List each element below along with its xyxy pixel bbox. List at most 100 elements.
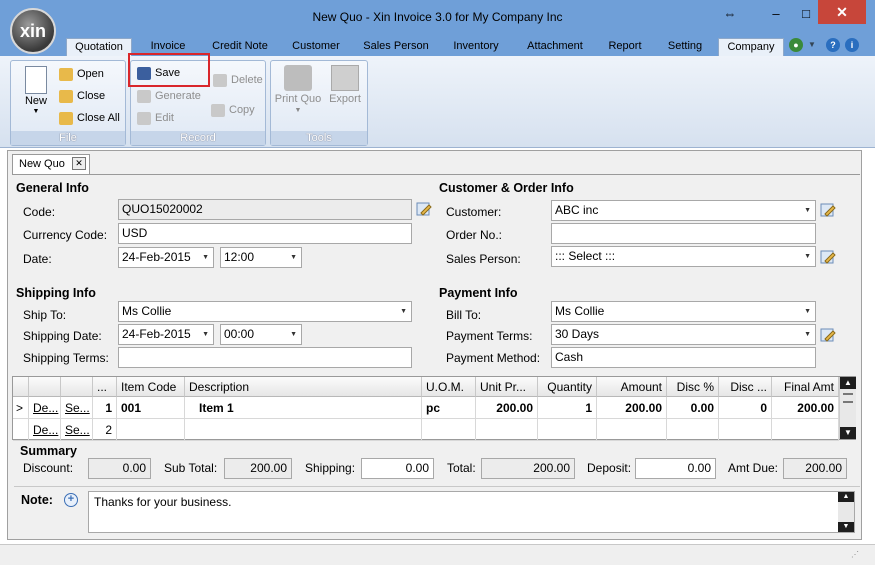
shipping-date-picker[interactable]: 24-Feb-2015 ▼ [118, 324, 214, 345]
doc-tab-close-icon[interactable]: ✕ [72, 157, 86, 170]
shipping-time-picker[interactable]: 00:00 ▼ [220, 324, 302, 345]
grid-header-amount[interactable]: Amount [597, 377, 667, 397]
edit-pencil-icon[interactable] [820, 327, 836, 343]
chevron-down-icon[interactable]: ▼ [202, 248, 209, 267]
minimize-button[interactable]: – [762, 4, 790, 24]
tab-setting[interactable]: Setting [660, 38, 710, 56]
scroll-grip-icon[interactable] [843, 393, 853, 403]
edit-pencil-icon[interactable] [416, 201, 432, 217]
shipping-terms-input[interactable] [118, 347, 412, 368]
grid-header-final-amt[interactable]: Final Amt [772, 377, 839, 397]
note-textarea[interactable]: Thanks for your business. [88, 491, 855, 533]
edit-pencil-icon[interactable] [820, 249, 836, 265]
date-picker[interactable]: 24-Feb-2015 ▼ [118, 247, 214, 268]
delete-row-link[interactable]: De... [29, 419, 61, 441]
generate-button[interactable]: Generate [137, 87, 201, 105]
tab-customer[interactable]: Customer [286, 38, 346, 56]
grid-header-item-code[interactable]: Item Code [117, 377, 185, 397]
cell-disc-pct[interactable] [667, 419, 719, 441]
note-scrollbar[interactable]: ▲ ▼ [838, 492, 854, 532]
globe-icon[interactable]: ● [789, 38, 803, 52]
delete-row-link[interactable]: De... [29, 397, 61, 419]
chevron-down-icon[interactable]: ▼ [400, 302, 407, 321]
ship-to-select[interactable]: Ms Collie ▼ [118, 301, 412, 322]
customer-select[interactable]: ABC inc ▼ [551, 200, 816, 221]
cell-disc[interactable]: 0 [719, 397, 772, 419]
payment-method-input[interactable]: Cash [551, 347, 816, 368]
scroll-up-icon[interactable]: ▲ [840, 377, 856, 389]
bill-to-select[interactable]: Ms Collie ▼ [551, 301, 816, 322]
select-item-link[interactable]: Se... [61, 419, 93, 441]
cell-description[interactable]: Item 1 [185, 397, 422, 419]
chevron-down-icon[interactable]: ▼ [202, 325, 209, 344]
grid-header-uom[interactable]: U.O.M. [422, 377, 476, 397]
cell-item-code[interactable]: 001 [117, 397, 185, 419]
chevron-down-icon[interactable]: ▼ [804, 325, 811, 344]
tab-quotation[interactable]: Quotation [66, 38, 132, 56]
tab-inventory[interactable]: Inventory [446, 38, 506, 56]
order-no-input[interactable] [551, 223, 816, 244]
info-icon[interactable]: i [845, 38, 859, 52]
app-logo[interactable]: xin [10, 8, 56, 54]
cell-disc[interactable] [719, 419, 772, 441]
cell-unit-price[interactable]: 200.00 [476, 397, 538, 419]
chevron-down-icon[interactable]: ▼ [804, 247, 811, 266]
restore-icon[interactable]: ⇔ [716, 4, 744, 24]
export-button[interactable]: Export [325, 63, 365, 107]
row-selector-icon[interactable]: > [13, 397, 29, 419]
scroll-down-icon[interactable]: ▼ [838, 522, 854, 532]
cell-item-code[interactable] [117, 419, 185, 441]
zoom-in-icon[interactable]: + [64, 493, 78, 507]
edit-pencil-icon[interactable] [820, 202, 836, 218]
new-button[interactable]: New ▼ [16, 63, 56, 131]
delete-button[interactable]: Delete [213, 71, 263, 89]
cell-description[interactable] [185, 419, 422, 441]
print-button[interactable]: Print Quo ▼ [273, 63, 323, 114]
close-button[interactable]: ✕ [818, 0, 866, 24]
maximize-button[interactable]: □ [792, 4, 820, 24]
deposit-input[interactable]: 0.00 [635, 458, 716, 479]
tab-company[interactable]: Company [718, 38, 784, 56]
cell-uom[interactable] [422, 419, 476, 441]
select-item-link[interactable]: Se... [61, 397, 93, 419]
scroll-up-icon[interactable]: ▲ [838, 492, 854, 502]
tab-sales-person[interactable]: Sales Person [360, 38, 432, 56]
cell-uom[interactable]: pc [422, 397, 476, 419]
copy-button[interactable]: Copy [211, 101, 255, 119]
scroll-down-icon[interactable]: ▼ [840, 427, 856, 439]
row-selector-icon[interactable] [13, 419, 29, 441]
cell-quantity[interactable] [538, 419, 597, 441]
grid-header-unit-price[interactable]: Unit Pr... [476, 377, 538, 397]
time-picker[interactable]: 12:00 ▼ [220, 247, 302, 268]
open-label: Open [77, 68, 104, 80]
code-field[interactable]: QUO15020002 [118, 199, 412, 220]
grid-header-quantity[interactable]: Quantity [538, 377, 597, 397]
cell-quantity[interactable]: 1 [538, 397, 597, 419]
grid-header-dots[interactable]: ... [93, 377, 117, 397]
tab-attachment[interactable]: Attachment [520, 38, 590, 56]
open-button[interactable]: Open [59, 65, 104, 83]
group-label-file: File [11, 131, 125, 145]
help-icon[interactable]: ? [826, 38, 840, 52]
shipping-amount-input[interactable]: 0.00 [361, 458, 434, 479]
chevron-down-icon[interactable]: ▼ [804, 201, 811, 220]
edit-button[interactable]: Edit [137, 109, 174, 127]
grid-header-description[interactable]: Description [185, 377, 422, 397]
grid-header-disc[interactable]: Disc ... [719, 377, 772, 397]
resize-grip-icon[interactable]: ⋰ [851, 550, 861, 560]
tab-credit-note[interactable]: Credit Note [206, 38, 274, 56]
currency-code-input[interactable]: USD [118, 223, 412, 244]
grid-scrollbar[interactable]: ▲ ▼ [839, 377, 856, 439]
sales-person-select[interactable]: ::: Select ::: ▼ [551, 246, 816, 267]
chevron-down-icon[interactable]: ▼ [290, 325, 297, 344]
chevron-down-icon[interactable]: ▼ [290, 248, 297, 267]
cell-unit-price[interactable] [476, 419, 538, 441]
grid-header-disc-pct[interactable]: Disc % [667, 377, 719, 397]
tab-report[interactable]: Report [600, 38, 650, 56]
chevron-down-icon[interactable]: ▼ [804, 302, 811, 321]
payment-terms-select[interactable]: 30 Days ▼ [551, 324, 816, 345]
close-all-button[interactable]: Close All [59, 109, 120, 127]
close-doc-button[interactable]: Close [59, 87, 105, 105]
dropdown-arrow-icon[interactable]: ▼ [808, 40, 816, 49]
cell-disc-pct[interactable]: 0.00 [667, 397, 719, 419]
